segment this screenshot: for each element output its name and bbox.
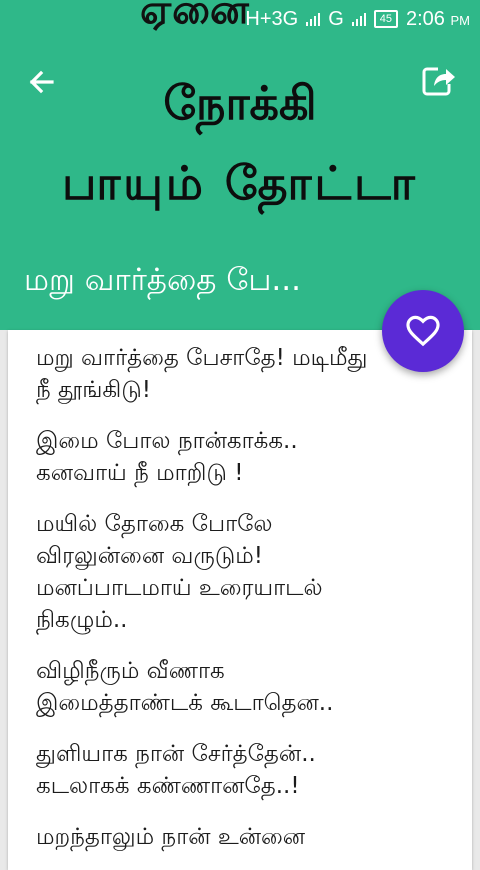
favorite-button[interactable]	[382, 290, 464, 372]
stanza: மயில் தோகை போலே விரலுன்னை வருடும்! மனப்ப…	[36, 508, 472, 636]
heart-icon	[406, 315, 440, 347]
stanza: இமை போல நான்காக்க.. கனவாய் நீ மாறிடு !	[36, 425, 472, 489]
lyric-line: கனவாய் நீ மாறிடு !	[36, 460, 244, 486]
lyric-line: நிகழும்..	[36, 607, 128, 633]
page-title: மறு வார்த்தை பே...	[24, 262, 301, 298]
stanza: துளியாக நான் சேர்த்தேன்.. கடலாகக் கண்ணான…	[36, 738, 472, 802]
lyric-line: விழிநீரும் வீணாக	[36, 658, 225, 684]
background-title-text: ஏனை	[140, 0, 250, 33]
lyric-line: விரலுன்னை வருடும்!	[36, 543, 264, 569]
stanza: மறந்தாலும் நான் உன்னை	[36, 821, 472, 853]
lyric-line: கடலாகக் கண்ணானதே..!	[36, 773, 300, 799]
logo-line-2: பாயும் தோட்டா	[62, 156, 418, 210]
lyric-line: மறந்தாலும் நான் உன்னை	[36, 824, 306, 850]
lyrics-text: மறு வார்த்தை பேசாதே! மடிமீது நீ தூங்கிடு…	[36, 342, 472, 870]
signal-icon-2	[351, 12, 366, 26]
signal-icon	[306, 12, 321, 26]
lyric-line: மனப்பாடமாய் உரையாடல்	[36, 575, 323, 601]
status-icons: H+3G G 45 2:06 PM	[245, 4, 470, 34]
app-bar: நோக்கி பாயும் தோட்டா மறு வார்த்தை பே...	[0, 38, 480, 330]
stanza: விழிநீரும் வீணாக இமைத்தாண்டக் கூடாதென..	[36, 655, 472, 719]
lyric-line: நீ தூங்கிடு!	[36, 377, 152, 403]
network-indicator-2: G	[328, 7, 344, 30]
lyrics-card: மறு வார்த்தை பேசாதே! மடிமீது நீ தூங்கிடு…	[8, 330, 472, 870]
battery-icon: 45	[373, 10, 398, 28]
lyric-line: இமைத்தாண்டக் கூடாதென..	[36, 690, 334, 716]
lyric-line: துளியாக நான் சேர்த்தேன்..	[36, 741, 316, 767]
lyric-line: மயில் தோகை போலே	[36, 511, 273, 537]
logo-line-1: நோக்கி	[163, 76, 317, 130]
clock: 2:06 PM	[406, 7, 470, 30]
lyric-line: இமை போல நான்காக்க..	[36, 428, 298, 454]
network-indicator: H+3G	[245, 7, 299, 30]
status-bar: ஏனை H+3G G 45 2:06 PM	[0, 0, 480, 38]
